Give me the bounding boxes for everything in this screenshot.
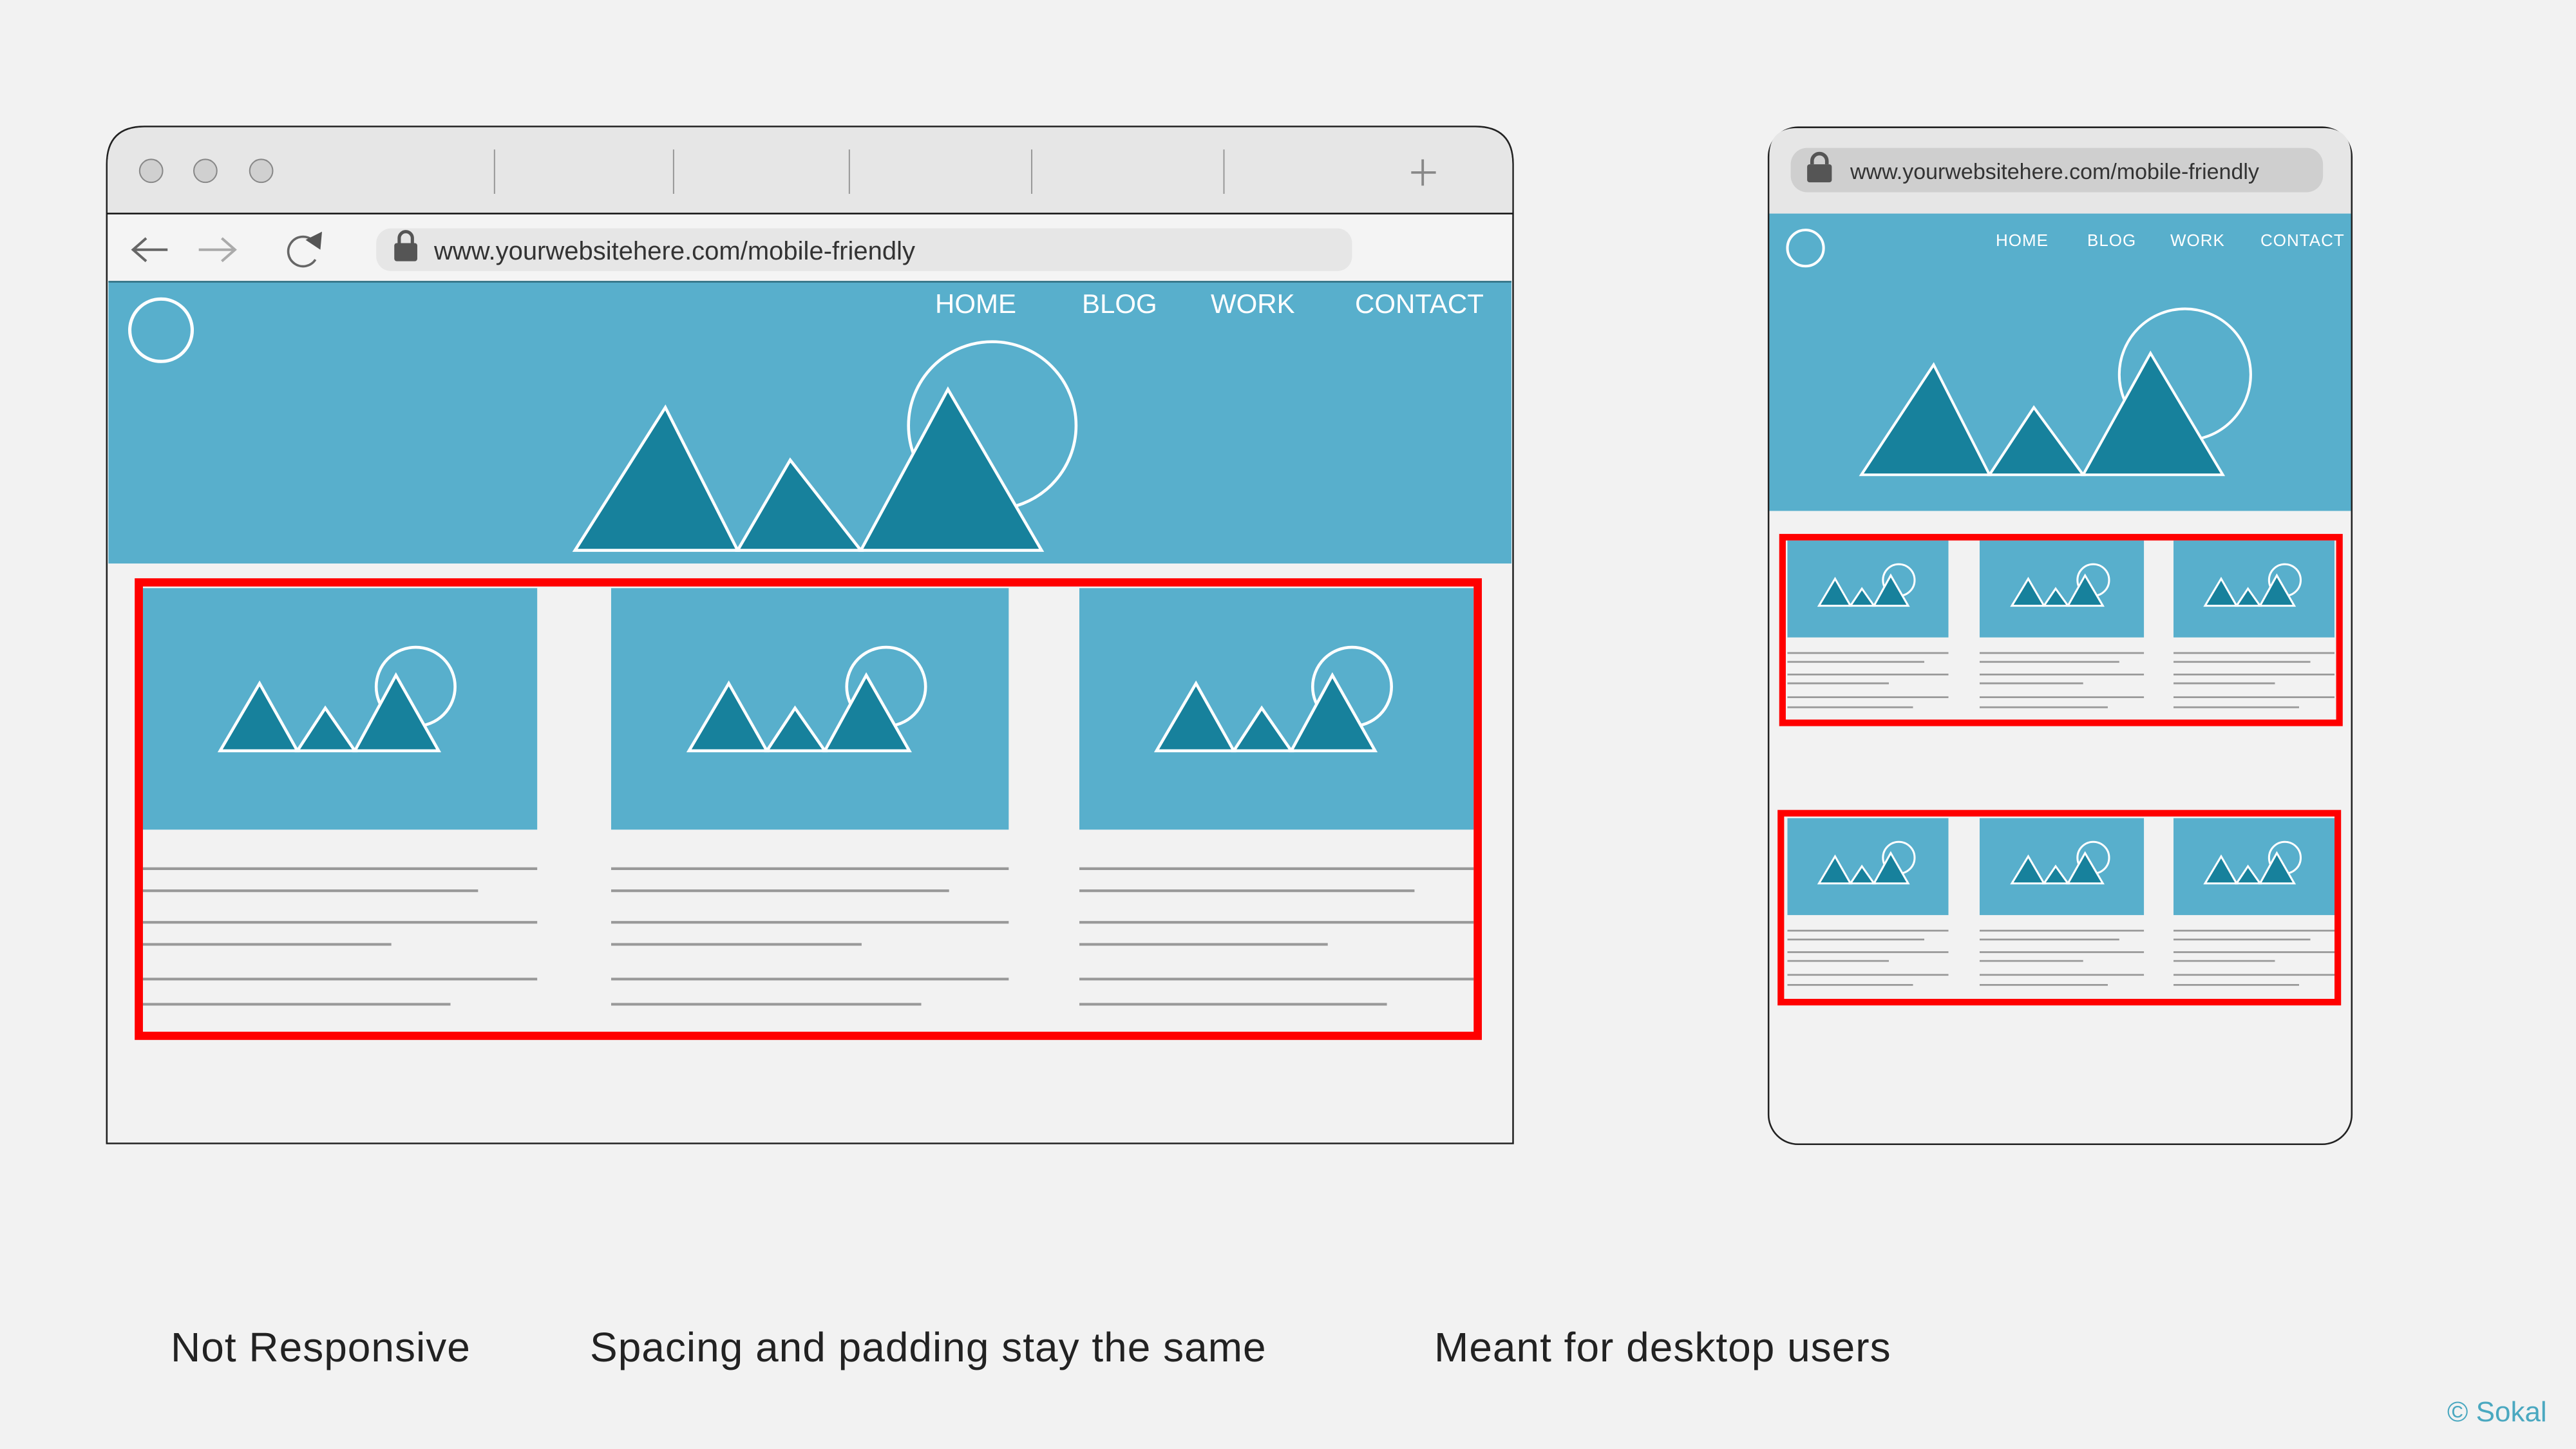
card-image xyxy=(2174,540,2334,638)
credit-text: © Sokal xyxy=(2447,1396,2547,1428)
illustration xyxy=(106,126,2353,1146)
card-image xyxy=(1787,540,1949,638)
card-image xyxy=(611,588,1009,830)
card-image xyxy=(142,588,538,830)
tab-bar xyxy=(108,127,1513,214)
desktop-url-text[interactable]: www.yourwebsitehere.com/mobile-friendly xyxy=(434,237,915,266)
nav-contact[interactable]: CONTACT xyxy=(1355,289,1484,319)
mobile-device xyxy=(1767,126,2353,1146)
nav-work[interactable]: WORK xyxy=(1211,289,1295,319)
card-image xyxy=(1979,818,2145,915)
desktop-browser xyxy=(106,126,1514,1144)
mobile-url-text[interactable]: www.yourwebsitehere.com/mobile-friendly xyxy=(1850,160,2259,185)
nav-blog[interactable]: BLOG xyxy=(1082,289,1157,319)
card-image xyxy=(1079,588,1474,830)
mobile-nav-contact[interactable]: CONTACT xyxy=(2260,231,2345,251)
card-image xyxy=(2174,818,2334,915)
mobile-nav-blog[interactable]: BLOG xyxy=(2087,231,2136,251)
window-dot-icon xyxy=(138,158,274,184)
card-image xyxy=(1787,818,1949,915)
caption-desktop-users: Meant for desktop users xyxy=(1434,1324,1891,1370)
mobile-nav-home[interactable]: HOME xyxy=(1996,231,2049,251)
caption-not-responsive: Not Responsive xyxy=(171,1324,471,1370)
caption-spacing: Spacing and padding stay the same xyxy=(590,1324,1267,1370)
mobile-nav-work[interactable]: WORK xyxy=(2170,231,2225,251)
nav-home[interactable]: HOME xyxy=(935,289,1016,319)
card-image xyxy=(1979,540,2145,638)
